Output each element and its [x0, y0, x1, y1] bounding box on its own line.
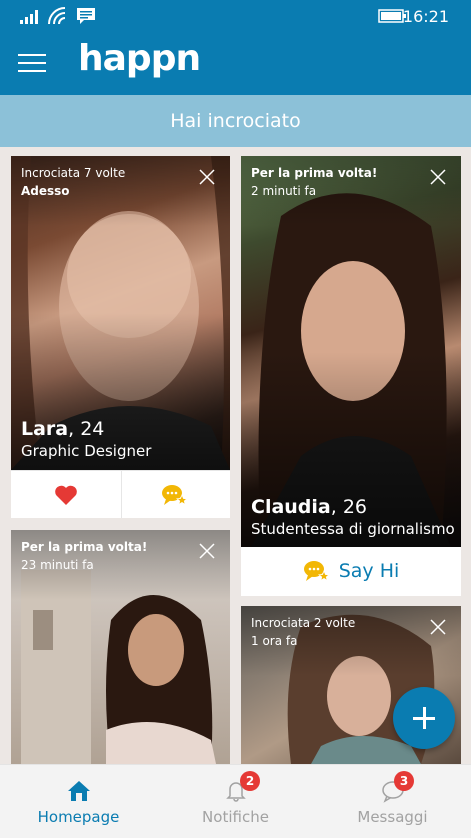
nav-messaggi[interactable]: 3 Messaggi [314, 765, 471, 838]
chat-star-icon [162, 485, 189, 506]
nav-homepage[interactable]: Homepage [0, 765, 157, 838]
crossed-time: Adesso [21, 184, 70, 198]
crossed-time: 2 minuti fa [251, 184, 317, 198]
profile-photo [241, 156, 461, 547]
crossed-time: 1 ora fa [251, 634, 298, 648]
message-notification-icon [77, 8, 95, 24]
nav-label: Notifiche [202, 808, 269, 826]
profile-job: Graphic Designer [21, 442, 152, 460]
add-button[interactable] [393, 687, 455, 749]
profile-name: Claudia, 26 [251, 496, 368, 518]
bottom-nav: Homepage 2 Notifiche 3 Messaggi [0, 764, 471, 838]
signal-icon [20, 10, 38, 24]
close-icon[interactable] [429, 168, 447, 186]
clock: 16:21 [402, 7, 449, 26]
wifi-icon [48, 7, 66, 25]
nav-label: Messaggi [357, 808, 428, 826]
profile-job: Studentessa di giornalismo [251, 520, 455, 538]
profile-card[interactable]: Per la prima volta! 23 minuti fa [11, 530, 230, 764]
heart-icon [54, 485, 77, 505]
nav-notifiche[interactable]: 2 Notifiche [157, 765, 314, 838]
say-hi-button[interactable]: Say Hi [241, 547, 461, 595]
card-actions [11, 470, 230, 518]
profile-card[interactable]: Incrociata 7 volte Adesso Lara, 24 Graph… [11, 156, 230, 518]
status-bar: 16:21 [0, 0, 471, 32]
message-badge: 3 [394, 771, 414, 791]
close-icon[interactable] [198, 168, 216, 186]
home-icon [67, 781, 90, 801]
app-logo: happn [78, 38, 201, 79]
like-button[interactable] [11, 471, 121, 518]
section-title: Hai incrociato [0, 95, 471, 147]
menu-icon[interactable] [18, 54, 46, 74]
close-icon[interactable] [429, 618, 447, 636]
nav-label: Homepage [37, 808, 120, 826]
cross-count: Incrociata 7 volte [21, 166, 126, 180]
first-cross-label: Per la prima volta! [21, 540, 148, 554]
profile-name: Lara, 24 [21, 418, 105, 440]
chat-star-icon [303, 561, 330, 582]
notification-badge: 2 [240, 771, 260, 791]
app-bar: happn [0, 32, 471, 95]
crossed-time: 23 minuti fa [21, 558, 94, 572]
charm-button[interactable] [121, 471, 231, 518]
close-icon[interactable] [198, 542, 216, 560]
profile-card[interactable]: Per la prima volta! 2 minuti fa Claudia,… [241, 156, 461, 596]
cross-count: Incrociata 2 volte [251, 616, 356, 630]
first-cross-label: Per la prima volta! [251, 166, 378, 180]
say-hi-label: Say Hi [338, 560, 400, 582]
